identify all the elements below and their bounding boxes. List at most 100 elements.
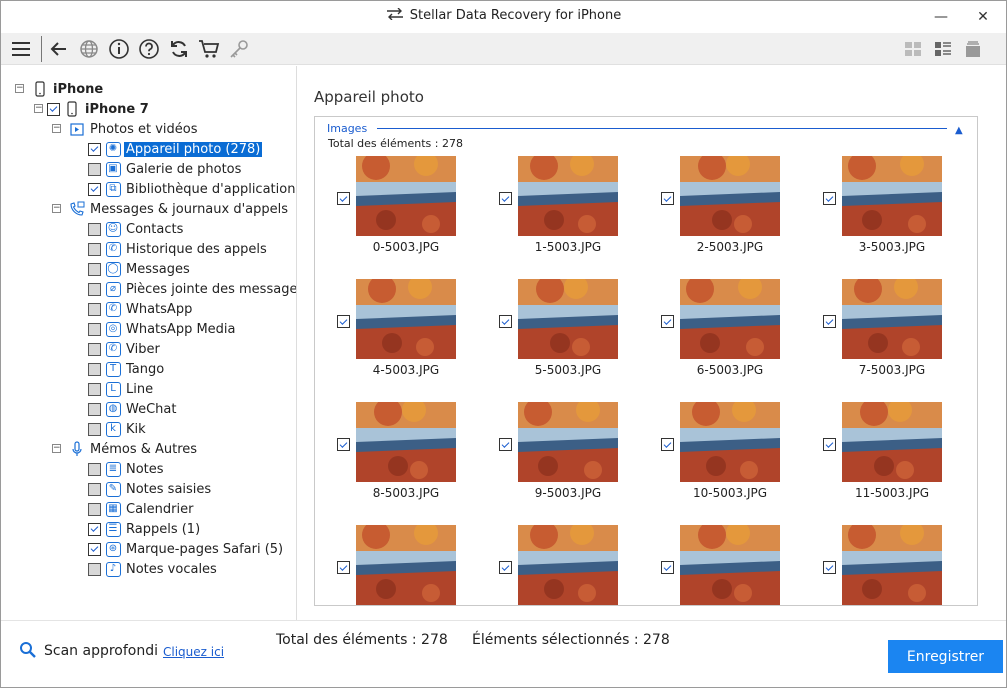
image-tile[interactable] [499, 525, 639, 605]
image-tile[interactable]: 6-5003.JPG [661, 279, 801, 389]
image-tile[interactable]: 7-5003.JPG [823, 279, 963, 389]
tree-item[interactable]: T Tango [88, 359, 166, 379]
image-tile[interactable]: 1-5003.JPG [499, 156, 639, 266]
key-icon[interactable] [227, 37, 251, 61]
image-tile[interactable] [661, 525, 801, 605]
tree-item-checkbox[interactable] [88, 362, 101, 376]
tree-item[interactable]: ✆ Historique des appels [88, 239, 269, 259]
tree-item[interactable]: ✆ Viber [88, 339, 162, 359]
refresh-icon[interactable] [167, 37, 191, 61]
image-tile[interactable]: 3-5003.JPG [823, 156, 963, 266]
image-thumbnail[interactable] [842, 156, 942, 236]
help-icon[interactable] [137, 37, 161, 61]
image-tile[interactable]: 11-5003.JPG [823, 402, 963, 512]
tree-item-checkbox[interactable] [88, 462, 101, 476]
image-thumbnail[interactable] [356, 279, 456, 359]
minimize-button[interactable]: — [918, 1, 964, 33]
tree-item-checkbox[interactable] [88, 522, 101, 536]
image-tile[interactable]: 8-5003.JPG [337, 402, 477, 512]
tree-item[interactable]: ≣ Notes [88, 459, 166, 479]
tree-item[interactable]: iPhone 7 [47, 99, 151, 119]
close-button[interactable]: ✕ [960, 1, 1006, 33]
tree-item[interactable]: ⊛ Marque-pages Safari (5) [88, 539, 285, 559]
cart-icon[interactable] [197, 37, 221, 61]
image-tile-checkbox[interactable] [499, 315, 512, 328]
tree-item-checkbox[interactable] [88, 562, 101, 576]
image-tile-checkbox[interactable] [337, 438, 350, 451]
storage-view-icon[interactable] [961, 37, 985, 61]
tree-item[interactable]: ▦ Calendrier [88, 499, 195, 519]
image-thumbnail[interactable] [356, 525, 456, 605]
tree-item-checkbox[interactable] [88, 282, 101, 296]
image-tile-checkbox[interactable] [823, 315, 836, 328]
expand-collapse-icon[interactable]: − [34, 104, 43, 113]
menu-icon[interactable] [9, 37, 33, 61]
image-tile[interactable]: 10-5003.JPG [661, 402, 801, 512]
image-tile[interactable]: 2-5003.JPG [661, 156, 801, 266]
tree-item-checkbox[interactable] [88, 182, 101, 196]
tree-item-checkbox[interactable] [47, 102, 60, 116]
image-tile[interactable]: 0-5003.JPG [337, 156, 477, 266]
image-tile-checkbox[interactable] [499, 192, 512, 205]
tree-item[interactable]: Mémos & Autres [65, 439, 199, 459]
tree-item-checkbox[interactable] [88, 222, 101, 236]
image-thumbnail[interactable] [518, 402, 618, 482]
tree-item[interactable]: ☺ Contacts [88, 219, 185, 239]
image-tile[interactable]: 9-5003.JPG [499, 402, 639, 512]
expand-collapse-icon[interactable]: − [15, 84, 24, 93]
tree-item-checkbox[interactable] [88, 422, 101, 436]
expand-collapse-icon[interactable]: − [52, 444, 61, 453]
image-thumbnail[interactable] [680, 402, 780, 482]
image-thumbnail[interactable] [680, 525, 780, 605]
tree-item[interactable]: Photos et vidéos [65, 119, 200, 139]
tree-item[interactable]: Messages & journaux d'appels [65, 199, 290, 219]
tree-item-checkbox[interactable] [88, 262, 101, 276]
image-tile-checkbox[interactable] [823, 438, 836, 451]
image-tile[interactable] [823, 525, 963, 605]
image-tile-checkbox[interactable] [337, 561, 350, 574]
image-tile-checkbox[interactable] [337, 192, 350, 205]
tree-item-checkbox[interactable] [88, 322, 101, 336]
grid-view-icon[interactable] [901, 37, 925, 61]
tree-item-checkbox[interactable] [88, 482, 101, 496]
image-thumbnail[interactable] [842, 402, 942, 482]
tree-item-checkbox[interactable] [88, 162, 101, 176]
image-tile-checkbox[interactable] [661, 561, 674, 574]
tree-item[interactable]: iPhone [28, 79, 105, 99]
list-view-icon[interactable] [931, 37, 955, 61]
collapse-group-icon[interactable]: ▲ [955, 125, 963, 136]
image-tile-checkbox[interactable] [823, 192, 836, 205]
deep-scan-link[interactable]: Cliquez ici [163, 645, 224, 659]
image-thumbnail[interactable] [518, 279, 618, 359]
back-arrow-icon[interactable] [47, 37, 71, 61]
save-button[interactable]: Enregistrer [888, 640, 1003, 673]
image-tile[interactable]: 5-5003.JPG [499, 279, 639, 389]
image-thumbnail[interactable] [680, 156, 780, 236]
image-thumbnail[interactable] [518, 525, 618, 605]
tree-item-checkbox[interactable] [88, 302, 101, 316]
tree-item[interactable]: ⌀ Pièces jointe des messages [88, 279, 296, 299]
image-thumbnail[interactable] [842, 525, 942, 605]
expand-collapse-icon[interactable]: − [52, 124, 61, 133]
image-tile-checkbox[interactable] [661, 192, 674, 205]
tree-item-checkbox[interactable] [88, 382, 101, 396]
tree-item-checkbox[interactable] [88, 242, 101, 256]
tree-item[interactable]: ▣ Galerie de photos [88, 159, 243, 179]
image-tile-checkbox[interactable] [499, 438, 512, 451]
image-tile-checkbox[interactable] [661, 438, 674, 451]
image-tile[interactable]: 4-5003.JPG [337, 279, 477, 389]
tree-item[interactable]: ⧉ Bibliothèque d'applications (2 [88, 179, 296, 199]
image-thumbnail[interactable] [518, 156, 618, 236]
tree-item-checkbox[interactable] [88, 542, 101, 556]
image-tile-checkbox[interactable] [661, 315, 674, 328]
scrollbar-thumb[interactable] [977, 149, 978, 173]
expand-collapse-icon[interactable]: − [52, 204, 61, 213]
tree-item[interactable]: ✆ WhatsApp [88, 299, 194, 319]
tree-item[interactable]: ✎ Notes saisies [88, 479, 213, 499]
tree-item-checkbox[interactable] [88, 142, 101, 156]
image-tile[interactable] [337, 525, 477, 605]
image-thumbnail[interactable] [356, 402, 456, 482]
vertical-scrollbar[interactable]: ▲ ▼ [975, 131, 978, 605]
info-icon[interactable] [107, 37, 131, 61]
tree-item[interactable]: ✺ Appareil photo (278) [88, 139, 263, 159]
